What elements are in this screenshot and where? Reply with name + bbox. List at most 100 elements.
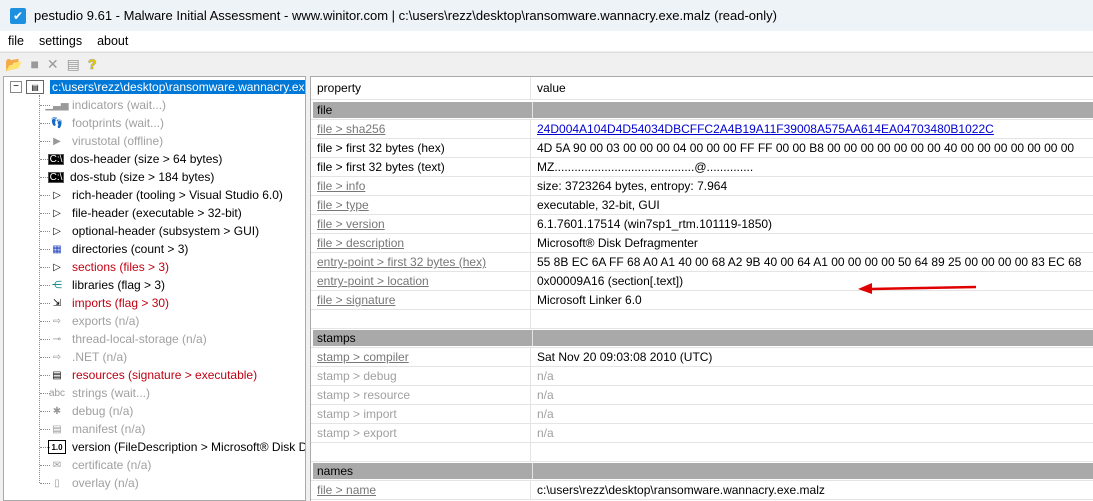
tree-item[interactable]: ▶ virustotal (offline) — [48, 132, 163, 150]
property-cell[interactable]: entry-point > first 32 bytes (hex) — [317, 255, 486, 269]
tree-item[interactable]: ▁▃▅ indicators (wait...) — [45, 96, 166, 114]
tree-item[interactable]: 1.0 version (FileDescription > Microsoft®… — [48, 438, 305, 456]
table-row[interactable]: file > sha256 24D004A104D4D54034DBCFFC2A4… — [311, 120, 1093, 139]
menu-settings[interactable]: settings — [31, 34, 89, 48]
table-row[interactable]: file > type executable, 32-bit, GUI — [311, 196, 1093, 215]
help-icon[interactable]: ? — [88, 56, 97, 72]
column-property[interactable]: property — [311, 77, 531, 99]
value-cell: 55 8B EC 6A FF 68 A0 A1 40 00 68 A2 9B 4… — [537, 255, 1082, 269]
tree-item[interactable]: abc strings (wait...) — [48, 384, 150, 402]
property-cell[interactable]: file > signature — [317, 293, 395, 307]
tree-item[interactable]: ⇲ imports (flag > 30) — [48, 294, 169, 312]
tree-item-label: debug (n/a) — [72, 404, 134, 418]
table-row[interactable]: stamp > resource n/a — [311, 386, 1093, 405]
property-column-cell: file > description — [311, 234, 531, 252]
property-cell: stamp > resource — [317, 388, 411, 402]
section-header[interactable]: names — [311, 462, 1093, 481]
property-cell[interactable]: file > sha256 — [317, 122, 385, 136]
column-value[interactable]: value — [531, 77, 1093, 99]
property-cell[interactable]: file > version — [317, 217, 385, 231]
property-cell[interactable]: file > description — [317, 236, 404, 250]
value-column-cell: Sat Nov 20 09:03:08 2010 (UTC) — [531, 348, 1093, 366]
property-cell[interactable]: file > type — [317, 198, 369, 212]
table-row[interactable]: file > version 6.1.7601.17514 (win7sp1_rt… — [311, 215, 1093, 234]
tree-item-label: certificate (n/a) — [72, 458, 152, 472]
close-icon[interactable]: ✕ — [47, 56, 59, 73]
tree-item-label: rich-header (tooling > Visual Studio 6.0… — [72, 188, 283, 202]
tree-item[interactable]: ✱ debug (n/a) — [48, 402, 134, 420]
tree-item[interactable]: ✉ certificate (n/a) — [48, 456, 152, 474]
version-icon: 1.0 — [48, 440, 66, 454]
property-cell[interactable]: stamp > compiler — [317, 350, 409, 364]
triangle-icon: ▷ — [53, 261, 61, 273]
table-row[interactable] — [311, 443, 1093, 462]
tree-root[interactable]: − ▤ c:\users\rezz\desktop\ransomware.wan… — [10, 78, 305, 96]
table-row[interactable]: stamp > import n/a — [311, 405, 1093, 424]
property-cell[interactable]: file > info — [317, 179, 365, 193]
value-cell: MZ......................................… — [537, 160, 754, 174]
value-column-cell: 55 8B EC 6A FF 68 A0 A1 40 00 68 A2 9B 4… — [531, 253, 1093, 271]
toolbar: 📂 ■ ✕ ▤ ? — [0, 52, 1093, 75]
tree-item-label: version (FileDescription > Microsoft® Di… — [72, 440, 305, 454]
value-cell: c:\users\rezz\desktop\ransomware.wannacr… — [537, 483, 825, 497]
section-header[interactable]: file — [311, 101, 1093, 120]
tree-item[interactable]: C:\ dos-header (size > 64 bytes) — [48, 150, 222, 168]
triangle-icon: ▷ — [53, 225, 61, 237]
table-row[interactable] — [311, 310, 1093, 329]
value-column-cell: Microsoft Linker 6.0 — [531, 291, 1093, 309]
menu-file[interactable]: file — [0, 34, 31, 48]
tree-item[interactable]: ▷ rich-header (tooling > Visual Studio 6.… — [48, 186, 283, 204]
tree-item[interactable]: ▷ file-header (executable > 32-bit) — [48, 204, 242, 222]
tree-item[interactable]: ▷ optional-header (subsystem > GUI) — [48, 222, 259, 240]
section-header[interactable]: stamps — [311, 329, 1093, 348]
table-row[interactable]: file > first 32 bytes (hex) 4D 5A 90 00 0… — [311, 139, 1093, 158]
collapse-icon[interactable]: − — [10, 81, 22, 93]
tree-item[interactable]: ▤ manifest (n/a) — [48, 420, 145, 438]
app-icon: ✔ — [10, 7, 26, 24]
save-icon[interactable]: ■ — [30, 56, 38, 72]
window-title: pestudio 9.61 - Malware Initial Assessme… — [34, 8, 777, 23]
tree-item[interactable]: C:\ dos-stub (size > 184 bytes) — [48, 168, 214, 186]
open-folder-icon[interactable]: 📂 — [5, 56, 22, 73]
table-row[interactable]: stamp > export n/a — [311, 424, 1093, 443]
resources-icon: ▤ — [52, 369, 62, 381]
tree-item[interactable]: ⇨ exports (n/a) — [48, 312, 140, 330]
tree-item[interactable]: ⊸ thread-local-storage (n/a) — [48, 330, 207, 348]
imports-icon: ⇲ — [52, 297, 62, 309]
tree-item[interactable]: ▦ directories (count > 3) — [48, 240, 188, 258]
tree-item[interactable]: ▷ sections (files > 3) — [48, 258, 169, 276]
table-row[interactable]: file > info size: 3723264 bytes, entropy:… — [311, 177, 1093, 196]
property-column-cell: entry-point > location — [311, 272, 531, 290]
property-column-cell: stamp > export — [311, 424, 531, 442]
tree-item[interactable]: ⋲ libraries (flag > 3) — [48, 276, 165, 294]
value-column-cell: n/a — [531, 405, 1093, 423]
value-cell: executable, 32-bit, GUI — [537, 198, 660, 212]
property-grid[interactable]: property value file file > sha256 24D004A1… — [310, 76, 1093, 501]
tree-item[interactable]: ▯ overlay (n/a) — [48, 474, 138, 492]
value-column-cell: executable, 32-bit, GUI — [531, 196, 1093, 214]
table-row[interactable]: file > name c:\users\rezz\desktop\ransomw… — [311, 481, 1093, 500]
table-row[interactable]: entry-point > first 32 bytes (hex) 55 8B … — [311, 253, 1093, 272]
table-row[interactable]: file > first 32 bytes (text) MZ..........… — [311, 158, 1093, 177]
sha256-link[interactable]: 24D004A104D4D54034DBCFFC2A4B19A11F39008A… — [537, 122, 994, 136]
value-cell: n/a — [537, 426, 554, 440]
tree-item-label: imports (flag > 30) — [72, 296, 170, 310]
tree-view[interactable]: − ▤ c:\users\rezz\desktop\ransomware.wan… — [3, 76, 306, 501]
table-row[interactable]: stamp > debug n/a — [311, 367, 1093, 386]
menu-about[interactable]: about — [89, 34, 135, 48]
clipboard-icon[interactable]: ▤ — [67, 56, 80, 73]
tree-item[interactable]: ⇨ .NET (n/a) — [48, 348, 127, 366]
property-cell[interactable]: entry-point > location — [317, 274, 429, 288]
value-cell: 6.1.7601.17514 (win7sp1_rtm.101119-1850) — [537, 217, 773, 231]
value-column-cell — [533, 330, 1093, 346]
tree-item-label: resources (signature > executable) — [72, 368, 258, 382]
property-cell[interactable]: file > name — [317, 483, 376, 497]
tree-item[interactable]: 👣 footprints (wait...) — [48, 114, 164, 132]
table-row[interactable]: stamp > compiler Sat Nov 20 09:03:08 2010… — [311, 348, 1093, 367]
table-row[interactable]: file > description Microsoft® Disk Defrag… — [311, 234, 1093, 253]
value-cell: n/a — [537, 407, 554, 421]
property-cell: file — [317, 103, 333, 117]
value-cell: 0x00009A16 (section[.text]) — [537, 274, 684, 288]
value-cell: Microsoft Linker 6.0 — [537, 293, 642, 307]
tree-item[interactable]: ▤ resources (signature > executable) — [48, 366, 257, 384]
